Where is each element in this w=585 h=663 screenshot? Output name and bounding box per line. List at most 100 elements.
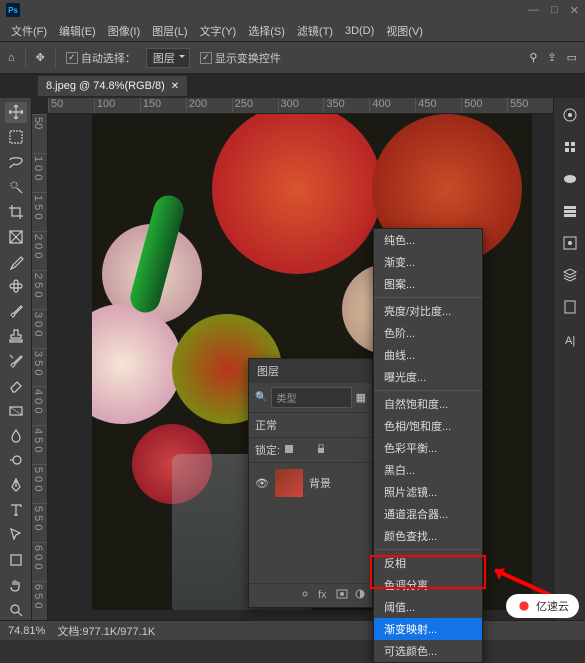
right-dock: A| [553, 98, 585, 620]
eyedropper-tool[interactable] [5, 251, 27, 272]
ruler-horizontal: 50100150200250300350400450500550 [48, 98, 553, 114]
watermark: 亿速云 [506, 594, 579, 618]
menu-curves[interactable]: 曲线... [374, 344, 482, 366]
document-tab[interactable]: 8.jpeg @ 74.8%(RGB/8) ✕ [38, 76, 187, 96]
lasso-tool[interactable] [5, 152, 27, 173]
menu-type[interactable]: 文字(Y) [195, 21, 242, 41]
swatches-panel-icon[interactable] [559, 168, 581, 190]
layers-panel[interactable]: 图层 🔍 类型 ▦ 正常 锁定: 👁 背景 fx [248, 358, 373, 608]
search-icon[interactable]: ⚲ [529, 51, 537, 64]
menu-selective-color[interactable]: 可选颜色... [374, 640, 482, 662]
zoom-level[interactable]: 74.81% [8, 625, 45, 637]
properties-panel-icon[interactable] [559, 232, 581, 254]
menu-threshold[interactable]: 阈值... [374, 596, 482, 618]
layer-thumbnail [275, 469, 303, 497]
ruler-vertical: 501 0 01 5 02 0 02 5 03 0 03 5 04 0 04 5… [32, 114, 48, 620]
statusbar: 74.81% 文档:977.1K/977.1K [0, 620, 585, 640]
shape-tool[interactable] [5, 549, 27, 570]
pen-tool[interactable] [5, 475, 27, 496]
layer-fx-icon[interactable]: fx [318, 588, 330, 603]
menu-channel-mixer[interactable]: 通道混合器... [374, 503, 482, 525]
adjustment-layer-icon[interactable] [354, 588, 366, 603]
heal-tool[interactable] [5, 276, 27, 297]
menu-file[interactable]: 文件(F) [6, 21, 52, 41]
tab-title: 8.jpeg @ 74.8%(RGB/8) [46, 80, 165, 92]
menu-hue-saturation[interactable]: 色相/饱和度... [374, 415, 482, 437]
menu-edit[interactable]: 编辑(E) [54, 21, 101, 41]
layer-row-background[interactable]: 👁 背景 [249, 462, 372, 503]
paths-panel-icon[interactable]: A| [559, 328, 581, 350]
menubar: 文件(F) 编辑(E) 图像(I) 图层(L) 文字(Y) 选择(S) 滤镜(T… [0, 20, 585, 42]
menu-color-lookup[interactable]: 颜色查找... [374, 525, 482, 547]
menu-brightness-contrast[interactable]: 亮度/对比度... [374, 300, 482, 322]
adjustments-panel-icon[interactable] [559, 136, 581, 158]
layer-search[interactable]: 类型 [271, 387, 351, 408]
menu-photo-filter[interactable]: 照片滤镜... [374, 481, 482, 503]
blur-tool[interactable] [5, 425, 27, 446]
type-tool[interactable] [5, 500, 27, 521]
menu-vibrance[interactable]: 自然饱和度... [374, 393, 482, 415]
gradient-tool[interactable] [5, 400, 27, 421]
titlebar: Ps — □ ✕ [0, 0, 585, 20]
menu-levels[interactable]: 色阶... [374, 322, 482, 344]
share-icon[interactable]: ⇪ [547, 51, 556, 64]
layers-panel-icon[interactable] [559, 264, 581, 286]
menu-exposure[interactable]: 曝光度... [374, 366, 482, 388]
move-tool-icon[interactable]: ✥ [36, 51, 45, 64]
visibility-icon[interactable]: 👁 [255, 477, 269, 490]
menu-invert[interactable]: 反相 [374, 552, 482, 574]
document-tabbar: 8.jpeg @ 74.8%(RGB/8) ✕ [0, 74, 585, 98]
marquee-tool[interactable] [5, 127, 27, 148]
menu-select[interactable]: 选择(S) [243, 21, 290, 41]
workspace-icon[interactable]: ▭ [567, 51, 577, 64]
menu-color-balance[interactable]: 色彩平衡... [374, 437, 482, 459]
watermark-logo [516, 598, 532, 614]
channels-panel-icon[interactable] [559, 296, 581, 318]
menu-layer[interactable]: 图层(L) [147, 21, 192, 41]
crop-tool[interactable] [5, 201, 27, 222]
maximize-button[interactable]: □ [551, 4, 558, 17]
menu-pattern[interactable]: 图案... [374, 273, 482, 295]
dodge-tool[interactable] [5, 450, 27, 471]
minimize-button[interactable]: — [528, 4, 539, 17]
tool-panel [0, 98, 32, 620]
menu-posterize[interactable]: 色调分离... [374, 574, 482, 596]
menu-gradient-map[interactable]: 渐变映射... [374, 618, 482, 640]
close-window-button[interactable]: ✕ [570, 4, 579, 17]
zoom-tool[interactable] [5, 599, 27, 620]
menu-gradient[interactable]: 渐变... [374, 251, 482, 273]
menu-view[interactable]: 视图(V) [381, 21, 428, 41]
brush-tool[interactable] [5, 301, 27, 322]
home-icon[interactable]: ⌂ [8, 52, 15, 64]
adjustment-layer-menu: 纯色... 渐变... 图案... 亮度/对比度... 色阶... 曲线... … [373, 228, 483, 663]
layer-name: 背景 [309, 475, 331, 491]
lock-all-icon[interactable] [316, 444, 328, 456]
move-tool[interactable] [5, 102, 27, 123]
auto-select-checkbox[interactable]: ✓自动选择： [66, 50, 136, 66]
close-tab-icon[interactable]: ✕ [171, 81, 179, 92]
lock-pixels-icon[interactable] [284, 444, 296, 456]
layer-mask-icon[interactable] [336, 588, 348, 603]
menu-filter[interactable]: 滤镜(T) [292, 21, 338, 41]
auto-select-target[interactable]: 图层 [146, 48, 190, 68]
libraries-panel-icon[interactable] [559, 200, 581, 222]
menu-black-white[interactable]: 黑白... [374, 459, 482, 481]
history-brush-tool[interactable] [5, 351, 27, 372]
menu-image[interactable]: 图像(I) [103, 21, 145, 41]
quick-select-tool[interactable] [5, 177, 27, 198]
menu-3d[interactable]: 3D(D) [340, 23, 379, 39]
blend-mode-dropdown[interactable]: 正常 [249, 412, 372, 437]
lock-position-icon[interactable] [300, 444, 312, 456]
link-layers-icon[interactable] [300, 588, 312, 603]
frame-tool[interactable] [5, 226, 27, 247]
path-select-tool[interactable] [5, 525, 27, 546]
filter-icon[interactable]: ▦ [356, 391, 366, 404]
color-panel-icon[interactable] [559, 104, 581, 126]
hand-tool[interactable] [5, 574, 27, 595]
menu-solid-color[interactable]: 纯色... [374, 229, 482, 251]
svg-text:A|: A| [565, 335, 575, 347]
stamp-tool[interactable] [5, 326, 27, 347]
show-transform-checkbox[interactable]: ✓显示变换控件 [200, 50, 281, 66]
eraser-tool[interactable] [5, 375, 27, 396]
app-logo: Ps [6, 3, 20, 17]
